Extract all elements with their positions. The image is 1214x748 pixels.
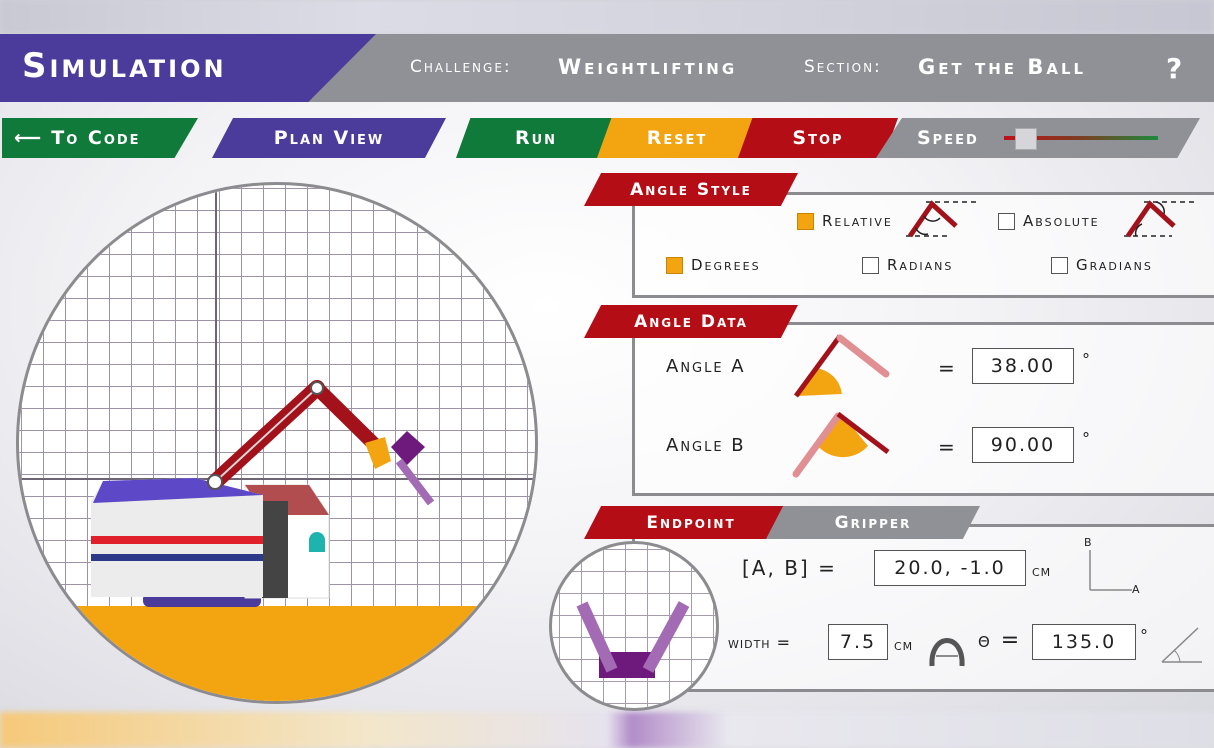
speed-slider-thumb[interactable] bbox=[1015, 128, 1037, 150]
angle-style-tag: Angle Style bbox=[584, 173, 798, 206]
gripper-preview bbox=[549, 541, 719, 711]
degrees-label: Degrees bbox=[691, 256, 761, 274]
radians-checkbox[interactable] bbox=[862, 256, 879, 274]
help-button[interactable]: ? bbox=[1166, 52, 1182, 85]
theta-angle-icon bbox=[1161, 627, 1202, 663]
gripper-width-icon bbox=[929, 638, 965, 667]
radians-label: Radians bbox=[887, 256, 954, 274]
gripper-preview-drawing bbox=[576, 601, 690, 678]
theta-degree: ° bbox=[1140, 626, 1148, 645]
angle-a-label: Angle A bbox=[666, 356, 746, 377]
relative-checkbox[interactable] bbox=[797, 212, 814, 230]
robot-side-panel bbox=[262, 501, 288, 598]
theta-label: θ = bbox=[978, 628, 1022, 653]
arm-segment-b bbox=[310, 381, 386, 456]
tab-gripper[interactable]: Gripper bbox=[766, 506, 980, 539]
angle-b-input[interactable]: 90.00 bbox=[972, 427, 1074, 463]
section-label: Section: bbox=[804, 57, 882, 77]
joint-base bbox=[207, 474, 223, 490]
to-code-button[interactable]: ⟵ To Code bbox=[2, 118, 198, 158]
floor bbox=[19, 606, 535, 701]
gradians-option[interactable]: Gradians bbox=[1051, 256, 1153, 274]
simulation-viewport[interactable] bbox=[16, 182, 538, 704]
relative-angle-icon bbox=[906, 200, 976, 238]
to-code-label: To Code bbox=[51, 127, 141, 149]
angle-b-label: Angle B bbox=[666, 435, 746, 456]
gradians-checkbox[interactable] bbox=[1051, 256, 1068, 274]
challenge-label: Challenge: bbox=[410, 57, 512, 77]
arrow-left-icon: ⟵ bbox=[14, 127, 44, 149]
angle-b-degree: ° bbox=[1082, 429, 1090, 448]
axis-a-label: A bbox=[1132, 583, 1141, 596]
width-label: width = bbox=[728, 633, 792, 652]
arm-segment-a-line bbox=[214, 387, 318, 483]
challenge-value: Weightlifting bbox=[558, 55, 738, 79]
stop-label: Stop bbox=[792, 127, 844, 149]
gripper-block bbox=[391, 431, 425, 465]
angle-a-equals: = bbox=[938, 356, 955, 380]
angle-b-equals: = bbox=[938, 435, 955, 459]
degrees-checkbox[interactable] bbox=[666, 256, 683, 274]
blurred-bottom-strip bbox=[0, 712, 1214, 748]
angle-data-tag: Angle Data bbox=[584, 305, 798, 338]
joint-elbow bbox=[310, 381, 324, 395]
plan-view-label: Plan View bbox=[273, 127, 385, 149]
absolute-angle-icon bbox=[1124, 200, 1196, 238]
angle-b-icon bbox=[792, 412, 890, 478]
reset-button[interactable]: Reset bbox=[597, 118, 757, 158]
stop-button[interactable]: Stop bbox=[738, 118, 898, 158]
width-unit: cm bbox=[894, 636, 914, 654]
robot-stripe-red bbox=[91, 536, 263, 544]
gripper-finger bbox=[395, 458, 435, 506]
relative-label: Relative bbox=[822, 212, 893, 230]
run-button[interactable]: Run bbox=[456, 118, 616, 158]
degrees-option[interactable]: Degrees bbox=[666, 256, 761, 274]
angle-a-degree: ° bbox=[1082, 350, 1090, 369]
width-input[interactable]: 7.5 bbox=[828, 624, 888, 660]
angle-data-panel bbox=[632, 322, 1214, 496]
absolute-checkbox[interactable] bbox=[998, 212, 1015, 230]
gradians-label: Gradians bbox=[1076, 256, 1153, 274]
blurred-top-strip bbox=[0, 0, 1214, 34]
plan-view-button[interactable]: Plan View bbox=[212, 118, 446, 158]
page-title: Simulation bbox=[22, 46, 227, 86]
absolute-option[interactable]: Absolute bbox=[998, 212, 1100, 230]
speed-label: Speed bbox=[917, 127, 979, 149]
theta-input[interactable]: 135.0 bbox=[1032, 624, 1136, 660]
run-label: Run bbox=[514, 127, 558, 149]
ab-unit: cm bbox=[1032, 562, 1052, 580]
relative-option[interactable]: Relative bbox=[797, 212, 893, 230]
angle-a-input[interactable]: 38.00 bbox=[972, 348, 1074, 384]
reset-label: Reset bbox=[646, 127, 708, 149]
robot-window bbox=[309, 532, 325, 552]
absolute-label: Absolute bbox=[1023, 212, 1100, 230]
ab-label: [A, B] = bbox=[742, 556, 837, 580]
tab-endpoint[interactable]: Endpoint bbox=[584, 506, 798, 539]
ab-input[interactable]: 20.0, -1.0 bbox=[874, 550, 1026, 586]
axis-b-label: B bbox=[1084, 536, 1093, 549]
radians-option[interactable]: Radians bbox=[862, 256, 953, 274]
robot-stripe-blue bbox=[91, 554, 263, 561]
robot-scene bbox=[19, 185, 535, 701]
section-value: Get the Ball bbox=[918, 55, 1087, 79]
angle-a-icon bbox=[793, 334, 890, 398]
